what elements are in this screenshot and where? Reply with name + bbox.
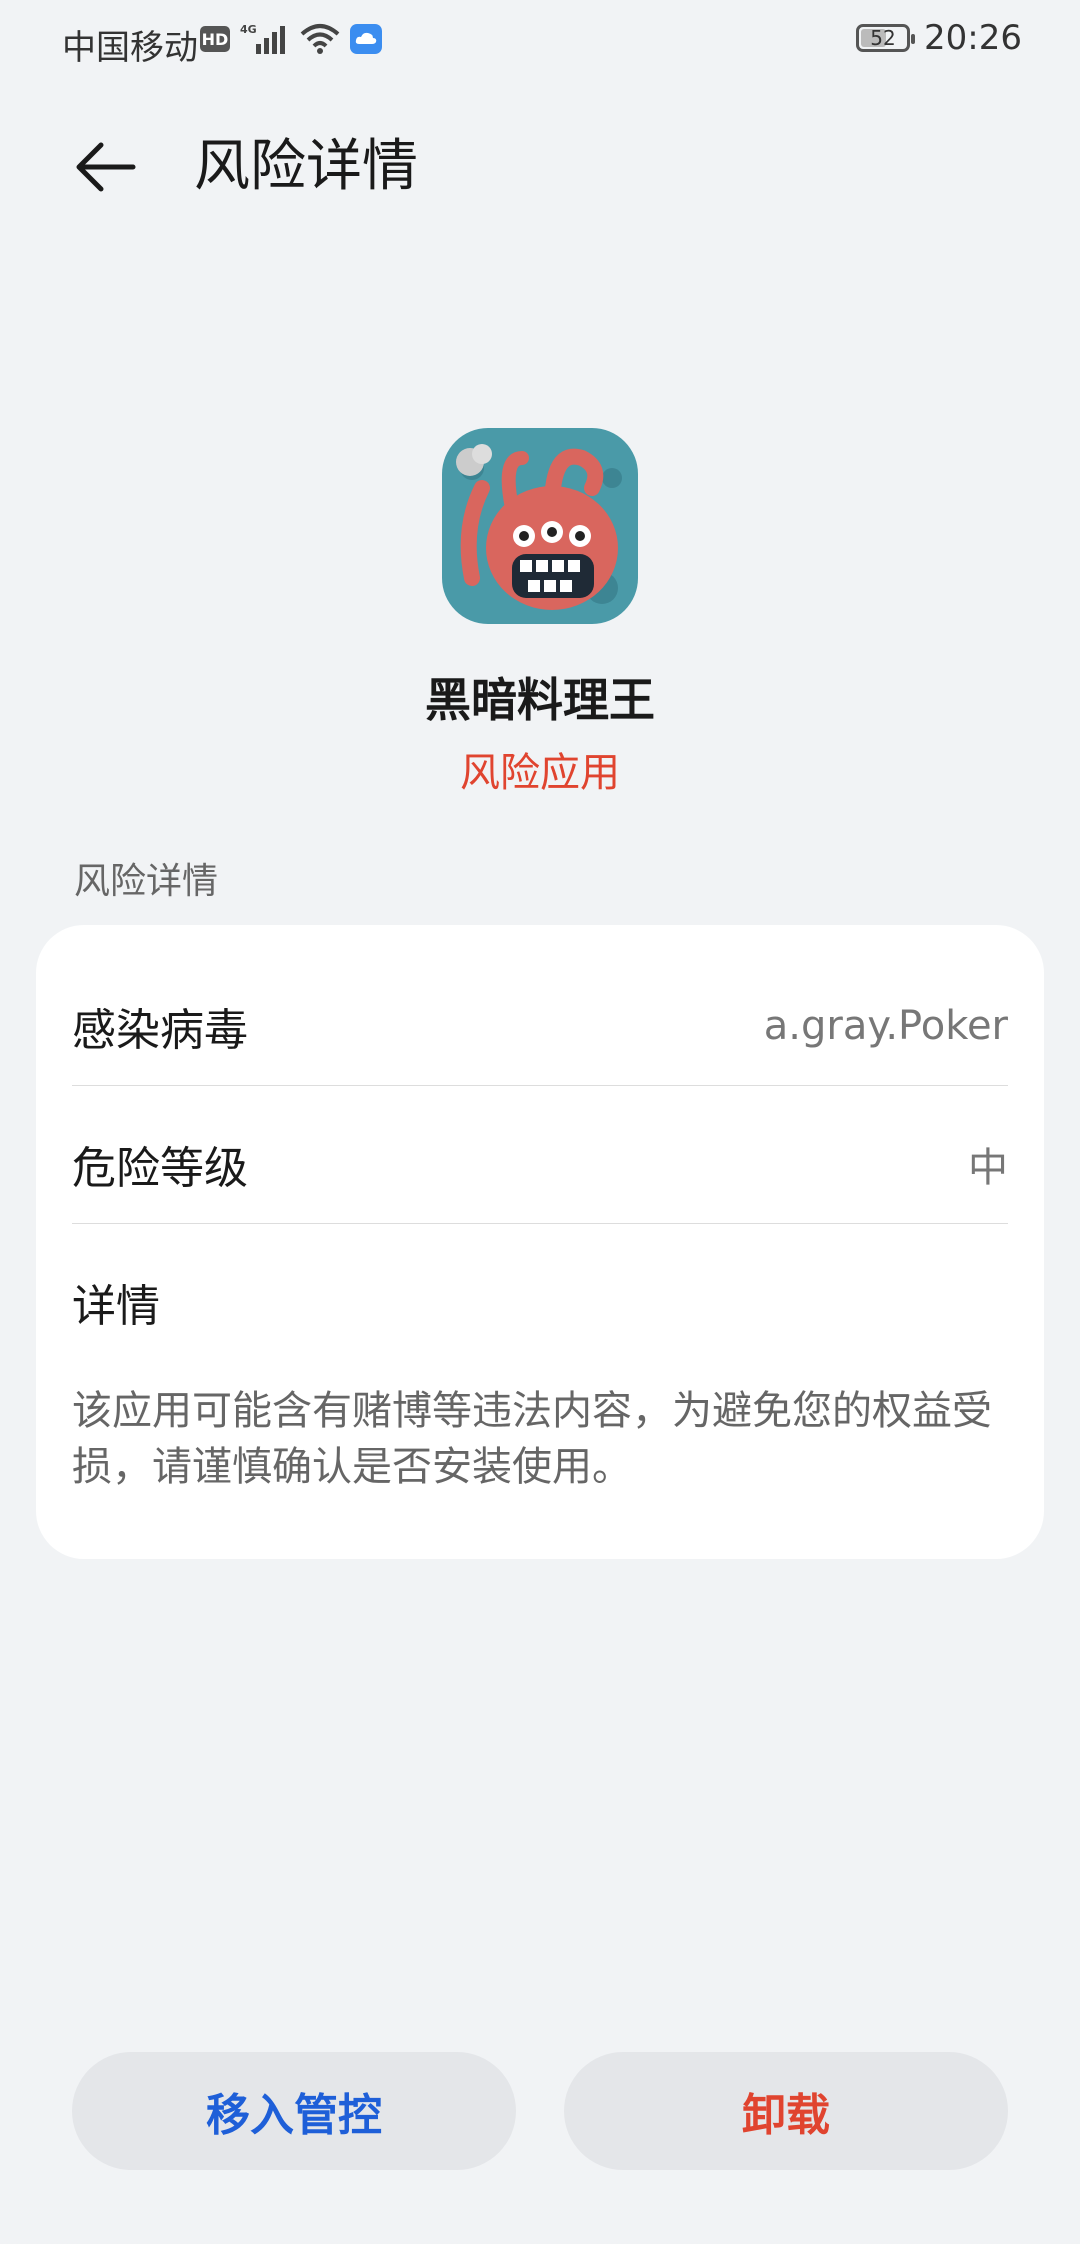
arrow-left-icon [76, 142, 136, 192]
risk-details-card: 感染病毒 a.gray.Poker 危险等级 中 详情 该应用可能含有赌博等违法… [36, 925, 1044, 1559]
network-type: 4G [240, 23, 257, 36]
hd-badge: HD [200, 26, 230, 52]
status-icons: HD 4G [200, 22, 382, 56]
section-header: 风险详情 [74, 861, 219, 902]
status-bar: 中国移动 HD 4G 52 20:26 [0, 0, 1080, 84]
detail-description: 该应用可能含有赌博等违法内容，为避免您的权益受损，请谨慎确认是否安装使用。 [72, 1388, 992, 1490]
battery-icon: 52 [856, 24, 916, 52]
wifi-icon [300, 24, 340, 54]
app-icon [442, 428, 638, 624]
divider [72, 1223, 1008, 1224]
page-title: 风险详情 [194, 134, 418, 199]
app-name: 黑暗料理王 [425, 673, 655, 727]
cloud-icon [350, 24, 382, 54]
risk-level-label: 危险等级 [72, 1143, 248, 1194]
app-summary: 黑暗料理王 风险应用 [0, 428, 1080, 798]
carrier-name: 中国移动 [62, 28, 198, 68]
virus-row: 感染病毒 a.gray.Poker [72, 957, 1008, 1095]
risk-level-value: 中 [968, 1145, 1008, 1191]
risk-level-row: 危险等级 中 [72, 1095, 1008, 1233]
risk-status-label: 风险应用 [460, 750, 620, 796]
virus-value: a.gray.Poker [763, 1003, 1008, 1049]
status-right: 52 20:26 [856, 18, 1022, 58]
clock: 20:26 [924, 18, 1022, 58]
top-app-bar: 风险详情 [0, 110, 1080, 220]
detail-row: 详情 [72, 1233, 1008, 1371]
detail-label: 详情 [72, 1281, 160, 1332]
signal-icon: 4G [240, 23, 285, 54]
uninstall-button[interactable]: 卸载 [564, 2052, 1008, 2170]
move-to-control-button[interactable]: 移入管控 [72, 2052, 516, 2170]
battery-level: 52 [870, 26, 896, 50]
back-button[interactable] [70, 132, 140, 202]
virus-label: 感染病毒 [72, 1005, 248, 1056]
divider [72, 1085, 1008, 1086]
